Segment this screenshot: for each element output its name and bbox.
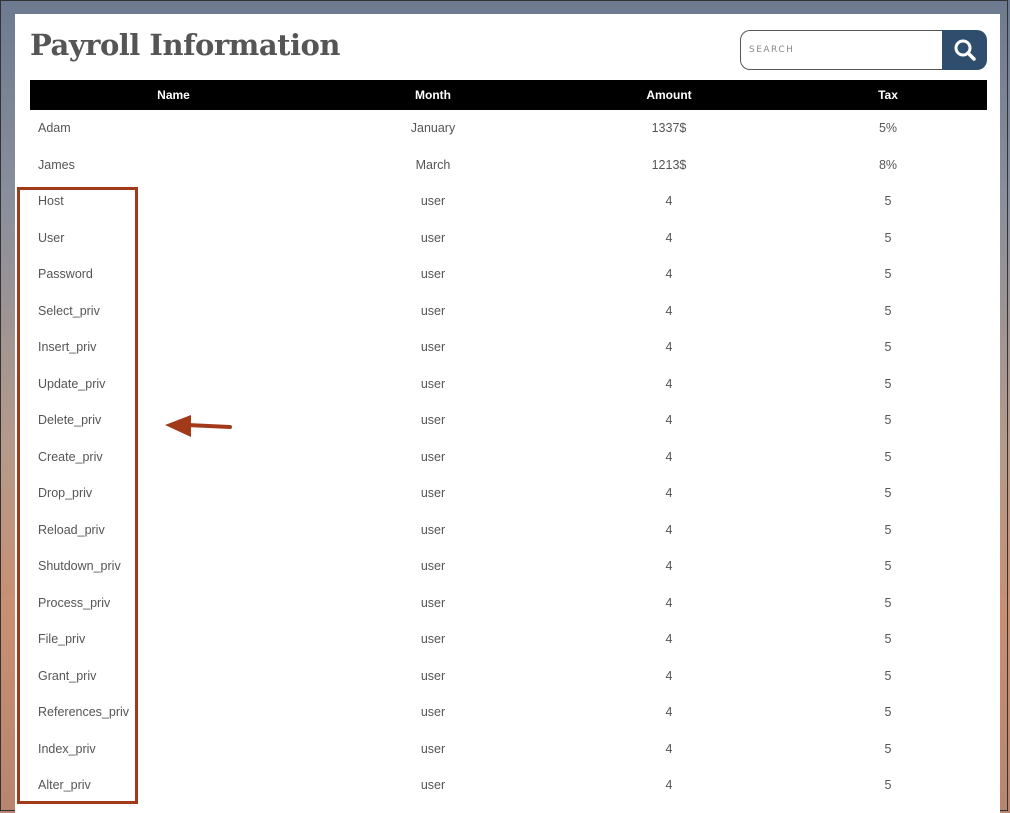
table-row: Reload_priv user 4 5: [30, 512, 987, 549]
table-row: Password user 4 5: [30, 256, 987, 293]
header-tax[interactable]: Tax: [789, 80, 987, 110]
cell-tax: 5: [884, 486, 892, 501]
cell-tax: 5: [884, 595, 892, 610]
header-amount[interactable]: Amount: [549, 80, 789, 110]
cell-month: user: [420, 303, 446, 318]
cell-tax: 5: [884, 340, 892, 355]
cell-tax: 5: [884, 632, 892, 647]
cell-amount: 1213$: [651, 157, 687, 172]
cell-name: Adam: [38, 121, 71, 136]
cell-month: user: [420, 559, 446, 574]
cell-amount: 4: [665, 340, 673, 355]
cell-amount: 4: [665, 778, 673, 793]
cell-amount: 4: [665, 376, 673, 391]
table-row: Index_priv user 4 5: [30, 731, 987, 768]
table-row: Update_priv user 4 5: [30, 366, 987, 403]
table-row: References_priv user 4 5: [30, 694, 987, 731]
cell-month: user: [420, 705, 446, 720]
header-month[interactable]: Month: [317, 80, 549, 110]
table-row: Shutdown_priv user 4 5: [30, 548, 987, 585]
cell-month: user: [420, 668, 446, 683]
cell-tax: 5: [884, 413, 892, 428]
cell-tax: 5: [884, 449, 892, 464]
cell-tax: 5: [884, 194, 892, 209]
cell-month: user: [420, 522, 446, 537]
content-card: Payroll Information Name Month Amount Ta…: [15, 14, 1000, 813]
cell-amount: 4: [665, 705, 673, 720]
cell-tax: 5: [884, 376, 892, 391]
table-row: Drop_priv user 4 5: [30, 475, 987, 512]
cell-month: user: [420, 778, 446, 793]
cell-amount: 4: [665, 522, 673, 537]
table-row: Grant_priv user 4 5: [30, 658, 987, 695]
cell-tax: 5: [884, 303, 892, 318]
table-row: User user 4 5: [30, 220, 987, 257]
highlight-box: [17, 187, 138, 804]
search-button[interactable]: [942, 30, 987, 70]
cell-amount: 4: [665, 559, 673, 574]
table-body: Adam January 1337$ 5% James March 1213$ 8% Host u…: [30, 110, 987, 804]
cell-tax: 5%: [878, 121, 898, 136]
table-row: Process_priv user 4 5: [30, 585, 987, 622]
cell-amount: 4: [665, 741, 673, 756]
cell-tax: 5: [884, 705, 892, 720]
cell-month: user: [420, 595, 446, 610]
cell-amount: 4: [665, 449, 673, 464]
cell-name: James: [38, 157, 75, 172]
search-input[interactable]: [740, 30, 952, 70]
table-row: Create_priv user 4 5: [30, 439, 987, 476]
cell-month: user: [420, 413, 446, 428]
cell-tax: 5: [884, 559, 892, 574]
cell-amount: 1337$: [651, 121, 687, 136]
table-row: Alter_priv user 4 5: [30, 767, 987, 804]
table-row: James March 1213$ 8%: [30, 147, 987, 184]
search-icon: [954, 39, 976, 61]
cell-month: user: [420, 194, 446, 209]
cell-tax: 5: [884, 522, 892, 537]
table-row: Adam January 1337$ 5%: [30, 110, 987, 147]
payroll-table: Name Month Amount Tax Adam January 1337$ 5%…: [30, 80, 987, 804]
cell-amount: 4: [665, 486, 673, 501]
cell-amount: 4: [665, 303, 673, 318]
table-row: File_priv user 4 5: [30, 621, 987, 658]
cell-tax: 5: [884, 741, 892, 756]
cell-month: March: [415, 157, 451, 172]
cell-tax: 5: [884, 267, 892, 282]
cell-amount: 4: [665, 267, 673, 282]
cell-tax: 5: [884, 230, 892, 245]
cell-tax: 5: [884, 668, 892, 683]
header-name[interactable]: Name: [30, 80, 317, 110]
cell-tax: 8%: [878, 157, 898, 172]
cell-month: user: [420, 230, 446, 245]
cell-month: January: [410, 121, 456, 136]
page-title: Payroll Information: [30, 28, 340, 62]
cell-month: user: [420, 267, 446, 282]
cell-amount: 4: [665, 668, 673, 683]
table-row: Select_priv user 4 5: [30, 293, 987, 330]
table-header: Name Month Amount Tax: [30, 80, 987, 110]
cell-month: user: [420, 741, 446, 756]
cell-amount: 4: [665, 632, 673, 647]
cell-month: user: [420, 486, 446, 501]
search-bar: [740, 30, 987, 70]
cell-month: user: [420, 632, 446, 647]
table-row: Insert_priv user 4 5: [30, 329, 987, 366]
table-row: Host user 4 5: [30, 183, 987, 220]
cell-month: user: [420, 340, 446, 355]
cell-amount: 4: [665, 413, 673, 428]
cell-tax: 5: [884, 778, 892, 793]
cell-month: user: [420, 449, 446, 464]
arrow-left-icon: [165, 415, 232, 437]
cell-amount: 4: [665, 230, 673, 245]
cell-month: user: [420, 376, 446, 391]
cell-amount: 4: [665, 595, 673, 610]
cell-amount: 4: [665, 194, 673, 209]
